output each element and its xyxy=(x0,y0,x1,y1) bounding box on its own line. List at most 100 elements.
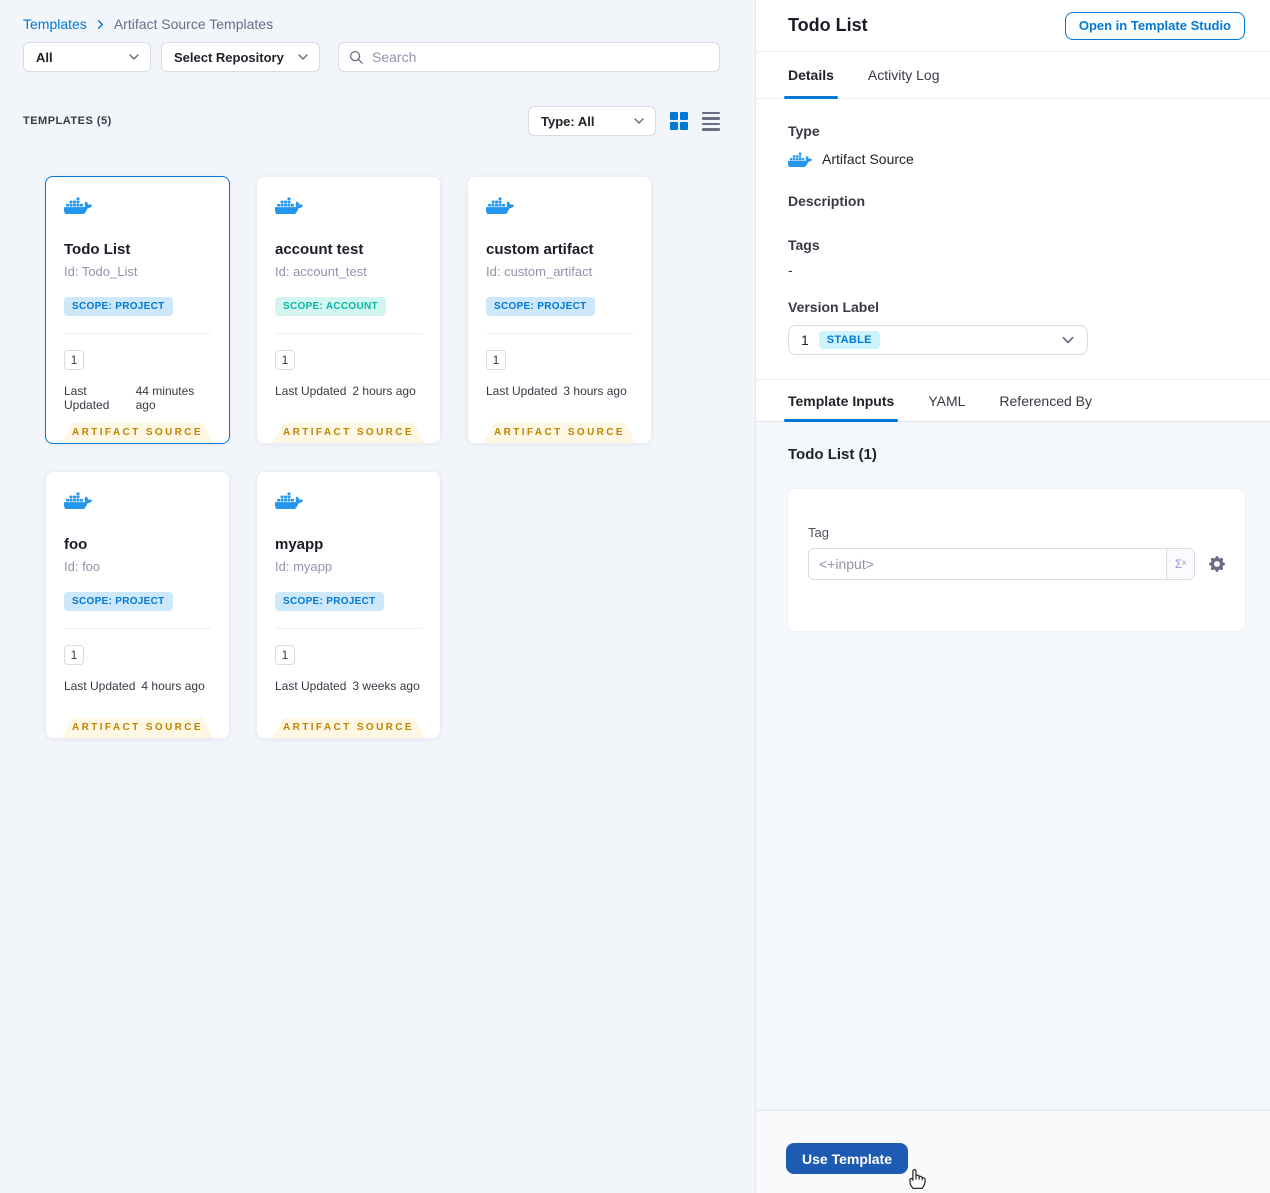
template-name: myapp xyxy=(275,536,324,553)
tab-template-inputs[interactable]: Template Inputs xyxy=(783,380,899,422)
version-count: 1 xyxy=(64,645,84,665)
template-card-todo-list[interactable]: Todo List Id: Todo_List SCOPE: PROJECT 1… xyxy=(45,176,230,444)
divider xyxy=(64,628,211,629)
open-in-template-studio-button[interactable]: Open in Template Studio xyxy=(1064,11,1245,40)
repository-filter-dropdown[interactable]: Select Repository xyxy=(161,42,320,72)
artifact-source-ribbon: ARTIFACT SOURCE xyxy=(61,423,214,443)
scope-badge: SCOPE: PROJECT xyxy=(64,592,173,611)
template-id: Id: custom_artifact xyxy=(486,264,593,279)
version-dropdown[interactable]: 1 STABLE xyxy=(788,325,1088,355)
tag-settings-button[interactable] xyxy=(1209,556,1225,572)
chevron-down-icon xyxy=(634,118,644,124)
tab-yaml[interactable]: YAML xyxy=(928,380,965,421)
divider xyxy=(486,333,633,334)
template-list-panel: Templates Artifact Source Templates All … xyxy=(0,0,755,1193)
tags-label: Tags xyxy=(788,237,820,253)
scope-filter-dropdown[interactable]: All xyxy=(23,42,151,72)
tag-input-wrap: Σˣ xyxy=(808,548,1195,580)
scope-filter-value: All xyxy=(36,49,53,65)
last-updated: Last Updated 3 weeks ago xyxy=(275,679,420,693)
template-name: account test xyxy=(275,241,364,258)
hand-cursor-icon xyxy=(909,1169,926,1189)
last-updated: Last Updated 44 minutes ago xyxy=(64,384,195,412)
template-card-foo[interactable]: foo Id: foo SCOPE: PROJECT 1 Last Update… xyxy=(45,471,230,739)
divider xyxy=(275,628,422,629)
grid-view-button[interactable] xyxy=(670,112,688,130)
template-name: custom artifact xyxy=(486,241,594,258)
use-template-button[interactable]: Use Template xyxy=(786,1143,908,1174)
type-label: Type xyxy=(788,123,820,139)
docker-icon xyxy=(485,197,514,218)
inputs-tab-bar: Template Inputs YAML Referenced By xyxy=(756,379,1270,422)
templates-count-label: TEMPLATES (5) xyxy=(23,115,112,127)
scope-badge: SCOPE: PROJECT xyxy=(275,592,384,611)
type-value: Artifact Source xyxy=(822,151,914,167)
divider xyxy=(275,333,422,334)
inputs-form-card: Tag Σˣ xyxy=(788,489,1245,631)
details-section: Type Artifact Source Description Tags - … xyxy=(756,99,1270,379)
docker-icon xyxy=(63,492,92,513)
list-view-icon xyxy=(702,111,720,131)
docker-icon xyxy=(788,152,812,167)
details-footer: Use Template xyxy=(756,1110,1270,1193)
scope-badge: SCOPE: PROJECT xyxy=(486,297,595,316)
scope-badge: SCOPE: PROJECT xyxy=(64,297,173,316)
list-header: TEMPLATES (5) Type: All xyxy=(23,106,720,136)
search-input[interactable] xyxy=(372,49,709,65)
artifact-source-ribbon: ARTIFACT SOURCE xyxy=(272,423,425,443)
template-id: Id: Todo_List xyxy=(64,264,138,279)
breadcrumb-templates-link[interactable]: Templates xyxy=(23,16,87,32)
tab-activity-log[interactable]: Activity Log xyxy=(868,52,940,98)
last-updated: Last Updated 2 hours ago xyxy=(275,384,416,398)
version-count: 1 xyxy=(275,645,295,665)
details-tab-bar: Details Activity Log xyxy=(756,52,1270,99)
type-filter-dropdown[interactable]: Type: All xyxy=(528,106,656,136)
template-cards-grid: Todo List Id: Todo_List SCOPE: PROJECT 1… xyxy=(45,176,755,739)
template-name: foo xyxy=(64,536,88,553)
version-count: 1 xyxy=(486,350,506,370)
search-icon xyxy=(349,50,363,64)
details-header: Todo List Open in Template Studio xyxy=(756,0,1270,52)
description-label: Description xyxy=(788,193,866,209)
last-updated: Last Updated 4 hours ago xyxy=(64,679,205,693)
breadcrumb: Templates Artifact Source Templates xyxy=(23,16,720,32)
last-updated: Last Updated 3 hours ago xyxy=(486,384,627,398)
docker-icon xyxy=(274,197,303,218)
template-card-myapp[interactable]: myapp Id: myapp SCOPE: PROJECT 1 Last Up… xyxy=(256,471,441,739)
expression-sigma-icon[interactable]: Σˣ xyxy=(1166,549,1194,579)
inputs-heading: Todo List (1) xyxy=(788,446,877,463)
chevron-down-icon xyxy=(129,54,139,60)
tag-input[interactable] xyxy=(809,549,1166,579)
artifact-source-ribbon: ARTIFACT SOURCE xyxy=(483,423,636,443)
docker-icon xyxy=(274,492,303,513)
grid-view-icon xyxy=(670,112,688,130)
filter-row: All Select Repository xyxy=(23,42,720,72)
version-count: 1 xyxy=(275,350,295,370)
gear-icon xyxy=(1209,556,1225,572)
docker-icon xyxy=(63,197,92,218)
version-label: Version Label xyxy=(788,299,880,315)
template-id: Id: myapp xyxy=(275,559,333,574)
search-box xyxy=(338,42,720,72)
version-value: 1 xyxy=(801,332,809,348)
chevron-right-icon xyxy=(95,19,106,30)
app-root: Templates Artifact Source Templates All … xyxy=(0,0,1270,1193)
tags-value: - xyxy=(788,262,793,278)
repository-filter-value: Select Repository xyxy=(174,49,284,65)
template-inputs-content: Todo List (1) Tag Σˣ xyxy=(756,422,1270,1110)
artifact-source-ribbon: ARTIFACT SOURCE xyxy=(61,718,214,738)
template-card-account-test[interactable]: account test Id: account_test SCOPE: ACC… xyxy=(256,176,441,444)
tab-referenced-by[interactable]: Referenced By xyxy=(999,380,1092,421)
template-card-custom-artifact[interactable]: custom artifact Id: custom_artifact SCOP… xyxy=(467,176,652,444)
template-details-panel: Todo List Open in Template Studio Detail… xyxy=(755,0,1270,1193)
chevron-down-icon xyxy=(298,54,308,60)
scope-badge: SCOPE: ACCOUNT xyxy=(275,297,386,316)
template-name: Todo List xyxy=(64,241,131,258)
type-filter-value: Type: All xyxy=(541,113,595,129)
list-view-button[interactable] xyxy=(702,111,720,131)
breadcrumb-current: Artifact Source Templates xyxy=(113,16,274,32)
tag-field-label: Tag xyxy=(808,525,829,540)
stable-badge: STABLE xyxy=(818,331,880,349)
page-title: Todo List xyxy=(788,15,868,35)
tab-details[interactable]: Details xyxy=(784,52,838,99)
